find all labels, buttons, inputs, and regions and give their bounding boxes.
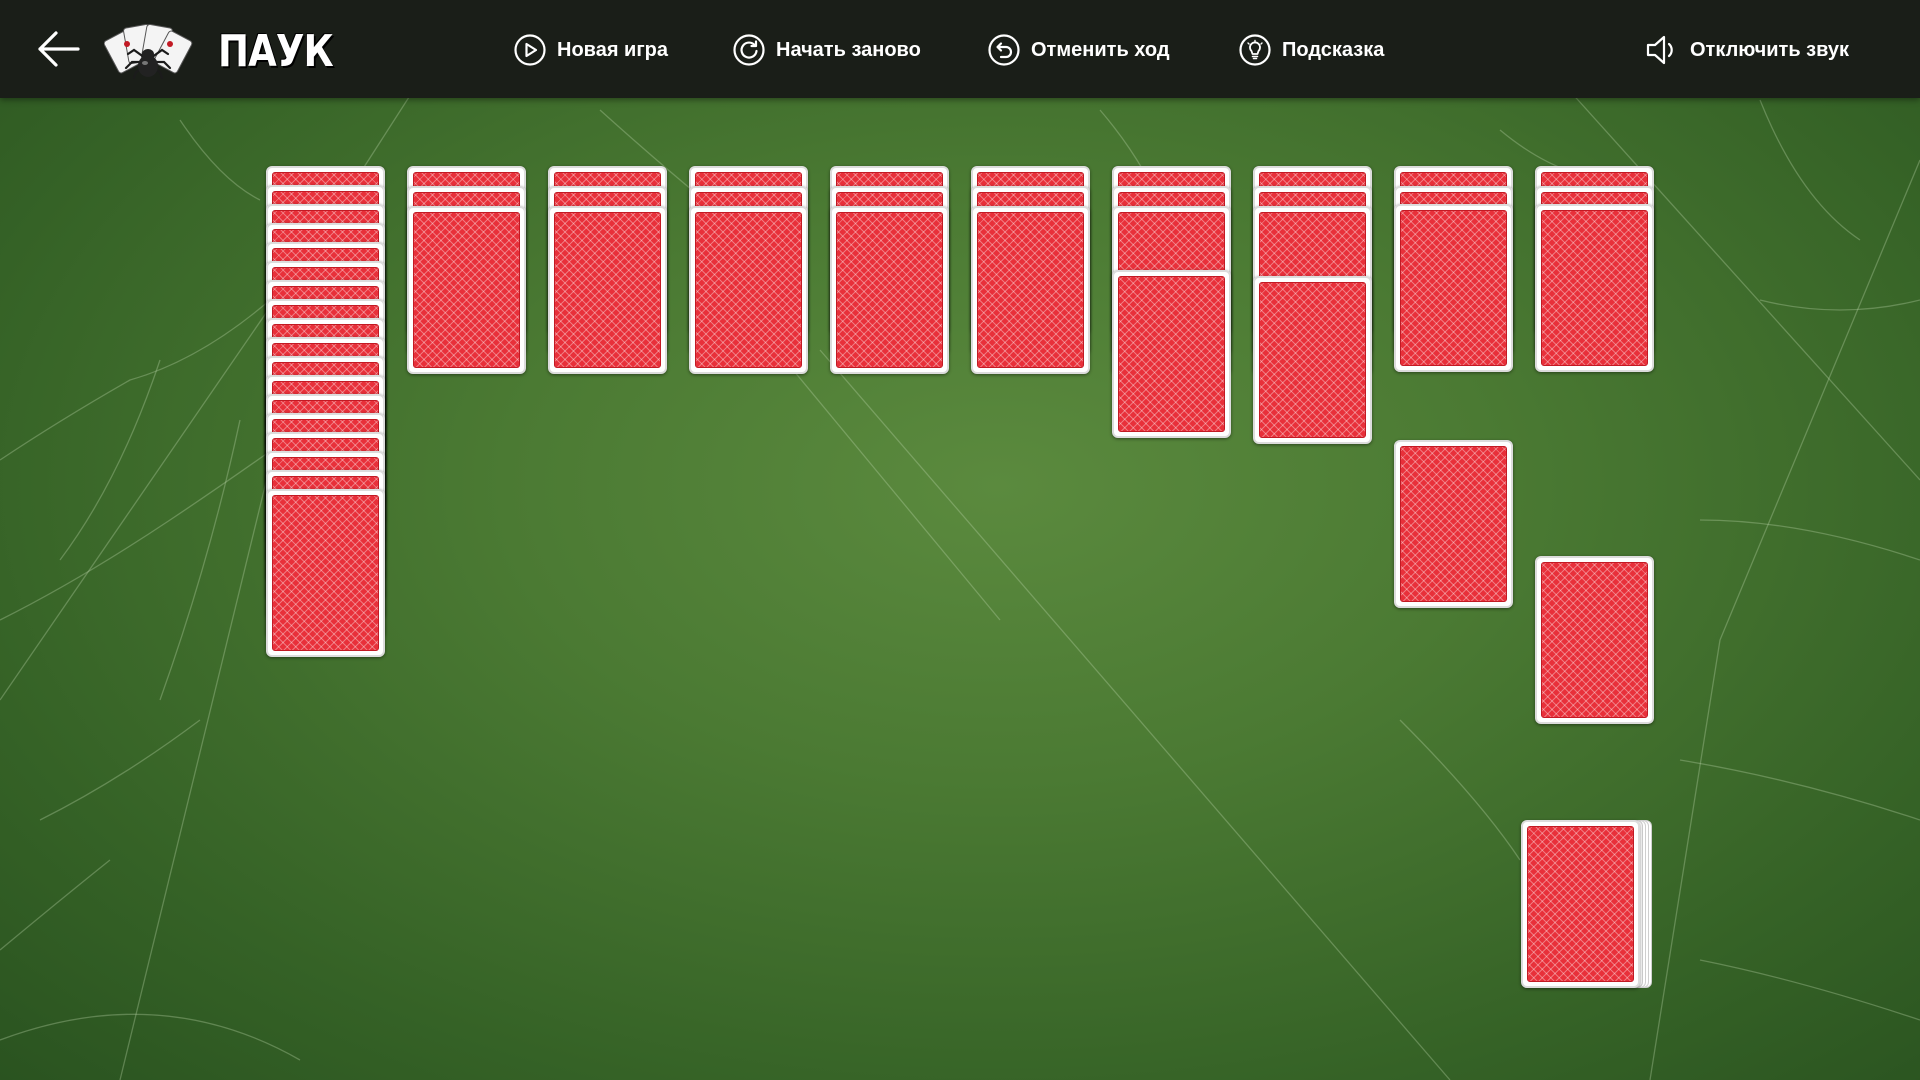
card-back-pattern [1259,282,1366,438]
card-back-pattern [695,212,802,368]
new-game-label: Новая игра [557,38,669,61]
undo-label: Отменить ход [1031,38,1170,61]
card-back-pattern [1541,562,1648,718]
speaker-icon [1646,35,1673,65]
face-down-card[interactable] [266,489,385,657]
face-down-card[interactable] [1394,204,1513,372]
face-down-card[interactable] [548,206,667,374]
face-down-card[interactable] [830,206,949,374]
face-down-card[interactable] [1394,440,1513,608]
card-back-pattern [1400,446,1507,602]
card-back-pattern [1400,210,1507,366]
mute-sound-label: Отключить звук [1690,38,1850,61]
undo-button[interactable]: Отменить ход [987,32,1170,68]
app-title: ПАУК [218,26,334,77]
card-back-pattern [977,212,1084,368]
mute-sound-button[interactable]: Отключить звук [1644,32,1849,68]
face-down-card[interactable] [1253,276,1372,444]
face-down-card[interactable] [1535,556,1654,724]
top-bar: ПАУК Новая игра Начать заново Отменить х… [0,0,1920,98]
face-down-card[interactable] [407,206,526,374]
hint-label: Подсказка [1282,38,1385,61]
stock-pile[interactable] [1521,820,1640,988]
card-back-pattern [1118,276,1225,432]
card-back-pattern [1541,210,1648,366]
card-back-pattern [836,212,943,368]
new-game-button[interactable]: Новая игра [513,32,668,68]
card-back-pattern [1527,826,1634,982]
hint-button[interactable]: Подсказка [1238,32,1384,68]
play-circle-icon [514,34,546,66]
card-back-pattern [272,495,379,651]
restart-label: Начать заново [776,38,921,61]
card-back-pattern [413,212,520,368]
face-down-card[interactable] [1112,270,1231,438]
face-down-card[interactable] [689,206,808,374]
lightbulb-icon [1239,34,1271,66]
arrow-left-icon [38,31,80,67]
card-back-pattern [554,212,661,368]
restart-button[interactable]: Начать заново [732,32,921,68]
spider-logo-icon [103,20,194,82]
undo-icon [988,34,1020,66]
face-down-card[interactable] [971,206,1090,374]
restart-icon [733,34,765,66]
back-button[interactable] [34,29,82,69]
face-down-card[interactable] [1535,204,1654,372]
